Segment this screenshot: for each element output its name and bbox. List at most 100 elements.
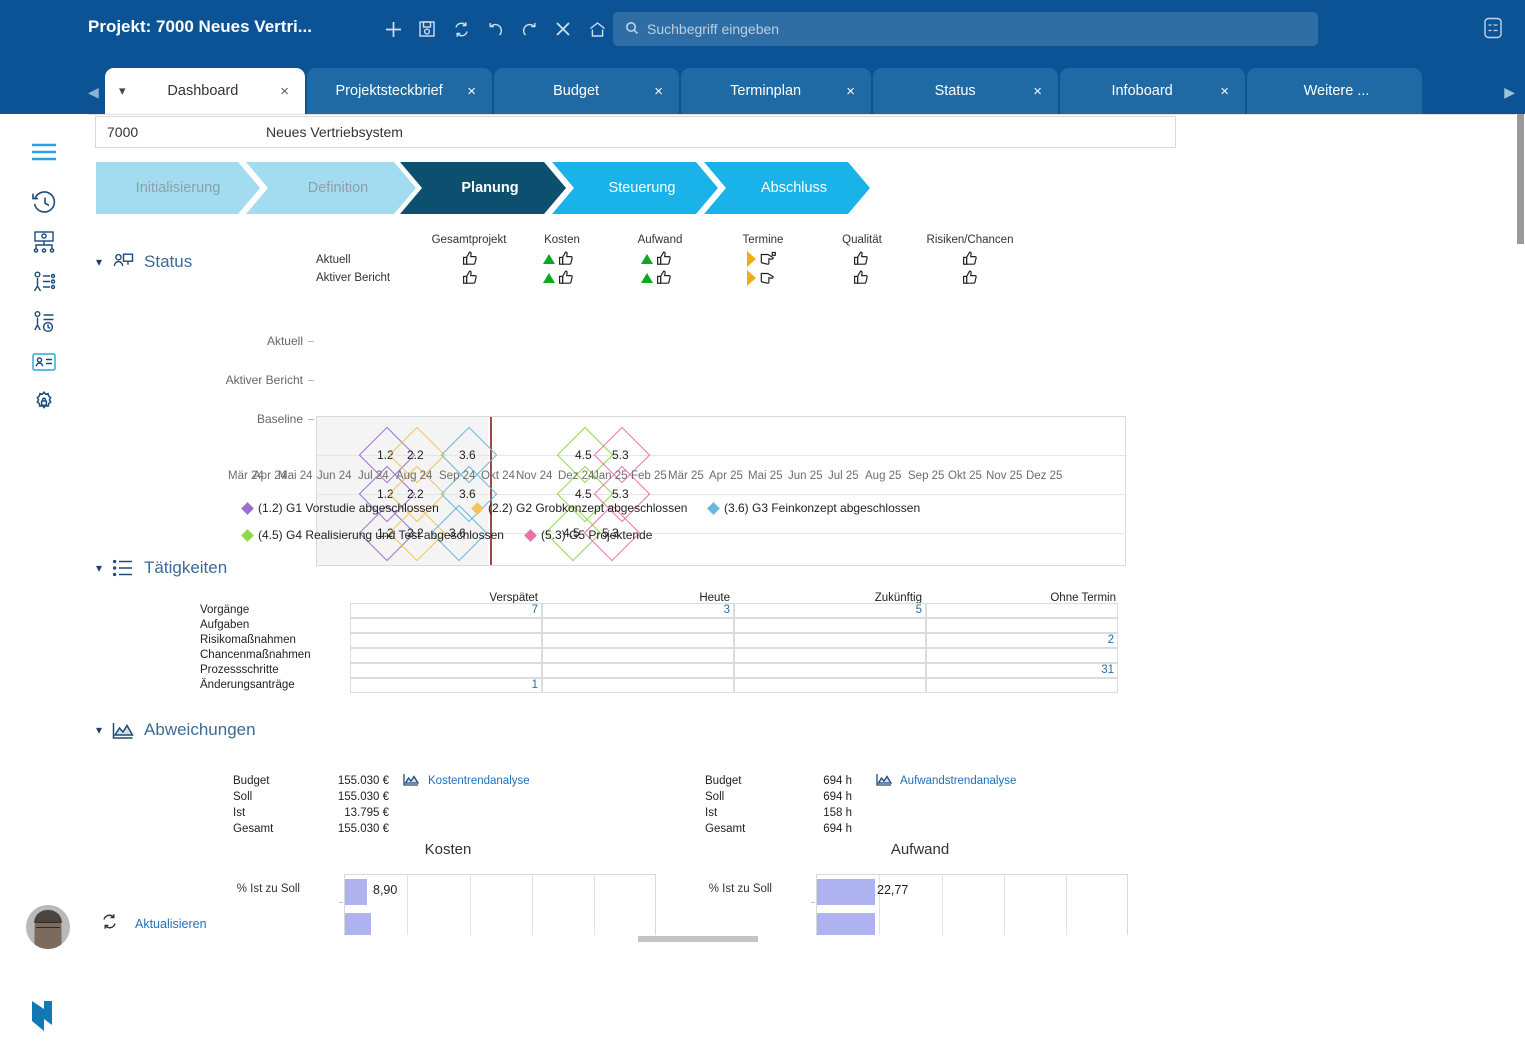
table-cell[interactable] — [350, 633, 542, 648]
task-list-icon[interactable] — [1481, 16, 1507, 42]
tab-dashboard[interactable]: ▾ Dashboard × — [105, 68, 305, 114]
sidebar-item-settings[interactable] — [0, 384, 88, 424]
table-cell[interactable] — [926, 603, 1118, 618]
status-cell-gesamtprojekt-bericht[interactable] — [462, 269, 479, 286]
horizontal-scrollbar-thumb[interactable] — [638, 936, 758, 942]
status-cell-kosten-bericht[interactable] — [543, 269, 575, 286]
table-cell[interactable] — [734, 663, 926, 678]
undo-icon[interactable] — [482, 16, 508, 42]
status-cell-aufwand-bericht[interactable] — [641, 269, 673, 286]
sidebar-item-org-structure[interactable] — [0, 224, 88, 264]
status-cell-risiken-aktuell[interactable] — [962, 250, 979, 267]
tab-budget[interactable]: Budget × — [494, 68, 679, 114]
status-cell-qualitaet-aktuell[interactable] — [853, 250, 870, 267]
status-cell-aufwand-aktuell[interactable] — [641, 250, 673, 267]
phase-steuerung[interactable]: Steuerung — [552, 162, 718, 214]
status-cell-risiken-bericht[interactable] — [962, 269, 979, 286]
table-cell[interactable] — [926, 648, 1118, 663]
plus-icon[interactable] — [380, 16, 406, 42]
horizontal-scrollbar[interactable] — [88, 935, 1518, 943]
table-cell[interactable] — [734, 678, 926, 693]
milestone-x-tick-13: Apr 25 — [709, 470, 743, 482]
table-cell[interactable] — [734, 648, 926, 663]
tab-status[interactable]: Status × — [873, 68, 1058, 114]
chevron-down-icon[interactable]: ▾ — [119, 83, 126, 99]
table-cell[interactable] — [542, 648, 734, 663]
status-cell-kosten-aktuell[interactable] — [543, 250, 575, 267]
table-cell[interactable] — [350, 648, 542, 663]
sidebar-item-menu[interactable] — [0, 134, 88, 174]
tab-close-icon[interactable]: × — [1220, 83, 1229, 100]
tab-terminplan[interactable]: Terminplan × — [681, 68, 871, 114]
save-icon[interactable] — [414, 16, 440, 42]
main-canvas: 7000 Neues Vertriebsystem Initialisierun… — [88, 114, 1525, 943]
tab-infoboard[interactable]: Infoboard × — [1060, 68, 1245, 114]
table-cell[interactable] — [734, 633, 926, 648]
phase-planung[interactable]: Planung — [400, 162, 566, 214]
table-cell[interactable] — [542, 618, 734, 633]
chevron-down-icon[interactable]: ▾ — [96, 561, 102, 575]
status-section-title: Status — [144, 252, 192, 272]
table-cell[interactable] — [926, 678, 1118, 693]
search-input[interactable]: Suchbegriff eingeben — [613, 12, 1318, 46]
avatar[interactable] — [26, 905, 70, 949]
trend-right-icon — [747, 270, 756, 286]
tab-close-icon[interactable]: × — [1033, 83, 1042, 100]
vertical-scrollbar[interactable] — [1516, 114, 1525, 943]
sidebar-item-time-recording[interactable] — [0, 304, 88, 344]
legend-marker-icon — [524, 529, 537, 542]
refresh-link[interactable]: Aktualisieren — [135, 917, 207, 931]
status-cell-termine-bericht[interactable] — [747, 269, 776, 286]
tab-close-icon[interactable]: × — [654, 83, 663, 100]
table-cell[interactable] — [542, 633, 734, 648]
phase-abschluss[interactable]: Abschluss — [704, 162, 870, 214]
milestone-chart[interactable]: 1.2 2.2 3.6 4.5 5.3 1.2 2.2 3.6 4.5 5.3 … — [316, 416, 1126, 566]
activities-value-vorgaenge-heute: 3 — [542, 604, 730, 616]
kostentrendanalyse-link[interactable]: Kostentrendanalyse — [428, 775, 530, 787]
legend-marker-icon — [241, 502, 254, 515]
tabs-scroll-left-icon[interactable]: ◀ — [88, 84, 99, 101]
chevron-down-icon[interactable]: ▾ — [96, 255, 102, 269]
legend-item-g1: (1.2) G1 Vorstudie abgeschlossen — [243, 501, 439, 515]
activities-row-label-aenderungsantraege: Änderungsanträge — [200, 679, 295, 691]
table-cell[interactable] — [926, 618, 1118, 633]
sidebar-item-history[interactable] — [0, 184, 88, 224]
chevron-down-icon[interactable]: ▾ — [96, 723, 102, 737]
tab-close-icon[interactable]: × — [846, 83, 855, 100]
table-cell[interactable] — [350, 618, 542, 633]
table-cell[interactable] — [542, 663, 734, 678]
refresh-icon[interactable] — [448, 16, 474, 42]
activities-section-title: Tätigkeiten — [144, 558, 227, 578]
mini-chart-kosten[interactable]: 8,90 — [344, 874, 656, 943]
home-icon[interactable] — [584, 16, 610, 42]
status-cell-termine-aktuell[interactable] — [747, 250, 776, 267]
close-icon[interactable] — [550, 16, 576, 42]
refresh-icon[interactable] — [100, 912, 119, 936]
tab-projektsteckbrief[interactable]: Projektsteckbrief × — [307, 68, 492, 114]
tab-close-icon[interactable]: × — [280, 83, 289, 100]
trend-chart-icon[interactable] — [876, 773, 892, 792]
phase-definition[interactable]: Definition — [246, 162, 416, 214]
tab-close-icon[interactable]: × — [467, 83, 476, 100]
status-cell-gesamtprojekt-aktuell[interactable] — [462, 250, 479, 267]
tab-weitere[interactable]: Weitere ... — [1247, 68, 1422, 114]
aufwandstrendanalyse-link[interactable]: Aufwandstrendanalyse — [900, 775, 1016, 787]
table-cell[interactable] — [542, 678, 734, 693]
redo-icon[interactable] — [516, 16, 542, 42]
vertical-scrollbar-thumb[interactable] — [1517, 114, 1524, 244]
mini-chart-bar-aufwand[interactable] — [817, 879, 875, 905]
person-tasks-icon — [31, 269, 57, 300]
thumbs-up-icon — [853, 269, 870, 286]
sidebar-item-resources[interactable] — [0, 264, 88, 304]
sidebar-item-contacts[interactable] — [0, 344, 88, 384]
thumbs-up-icon — [962, 269, 979, 286]
activities-value-aenderung-verspaetet: 1 — [350, 679, 538, 691]
tabs-scroll-right-icon[interactable]: ▶ — [1504, 84, 1515, 101]
table-cell[interactable] — [734, 618, 926, 633]
mini-chart-aufwand[interactable]: 22,77 — [816, 874, 1128, 943]
table-cell[interactable] — [350, 663, 542, 678]
mini-chart-bar-kosten[interactable] — [345, 879, 367, 905]
status-cell-qualitaet-bericht[interactable] — [853, 269, 870, 286]
phase-initialisierung[interactable]: Initialisierung — [96, 162, 260, 214]
trend-chart-icon[interactable] — [403, 773, 419, 792]
